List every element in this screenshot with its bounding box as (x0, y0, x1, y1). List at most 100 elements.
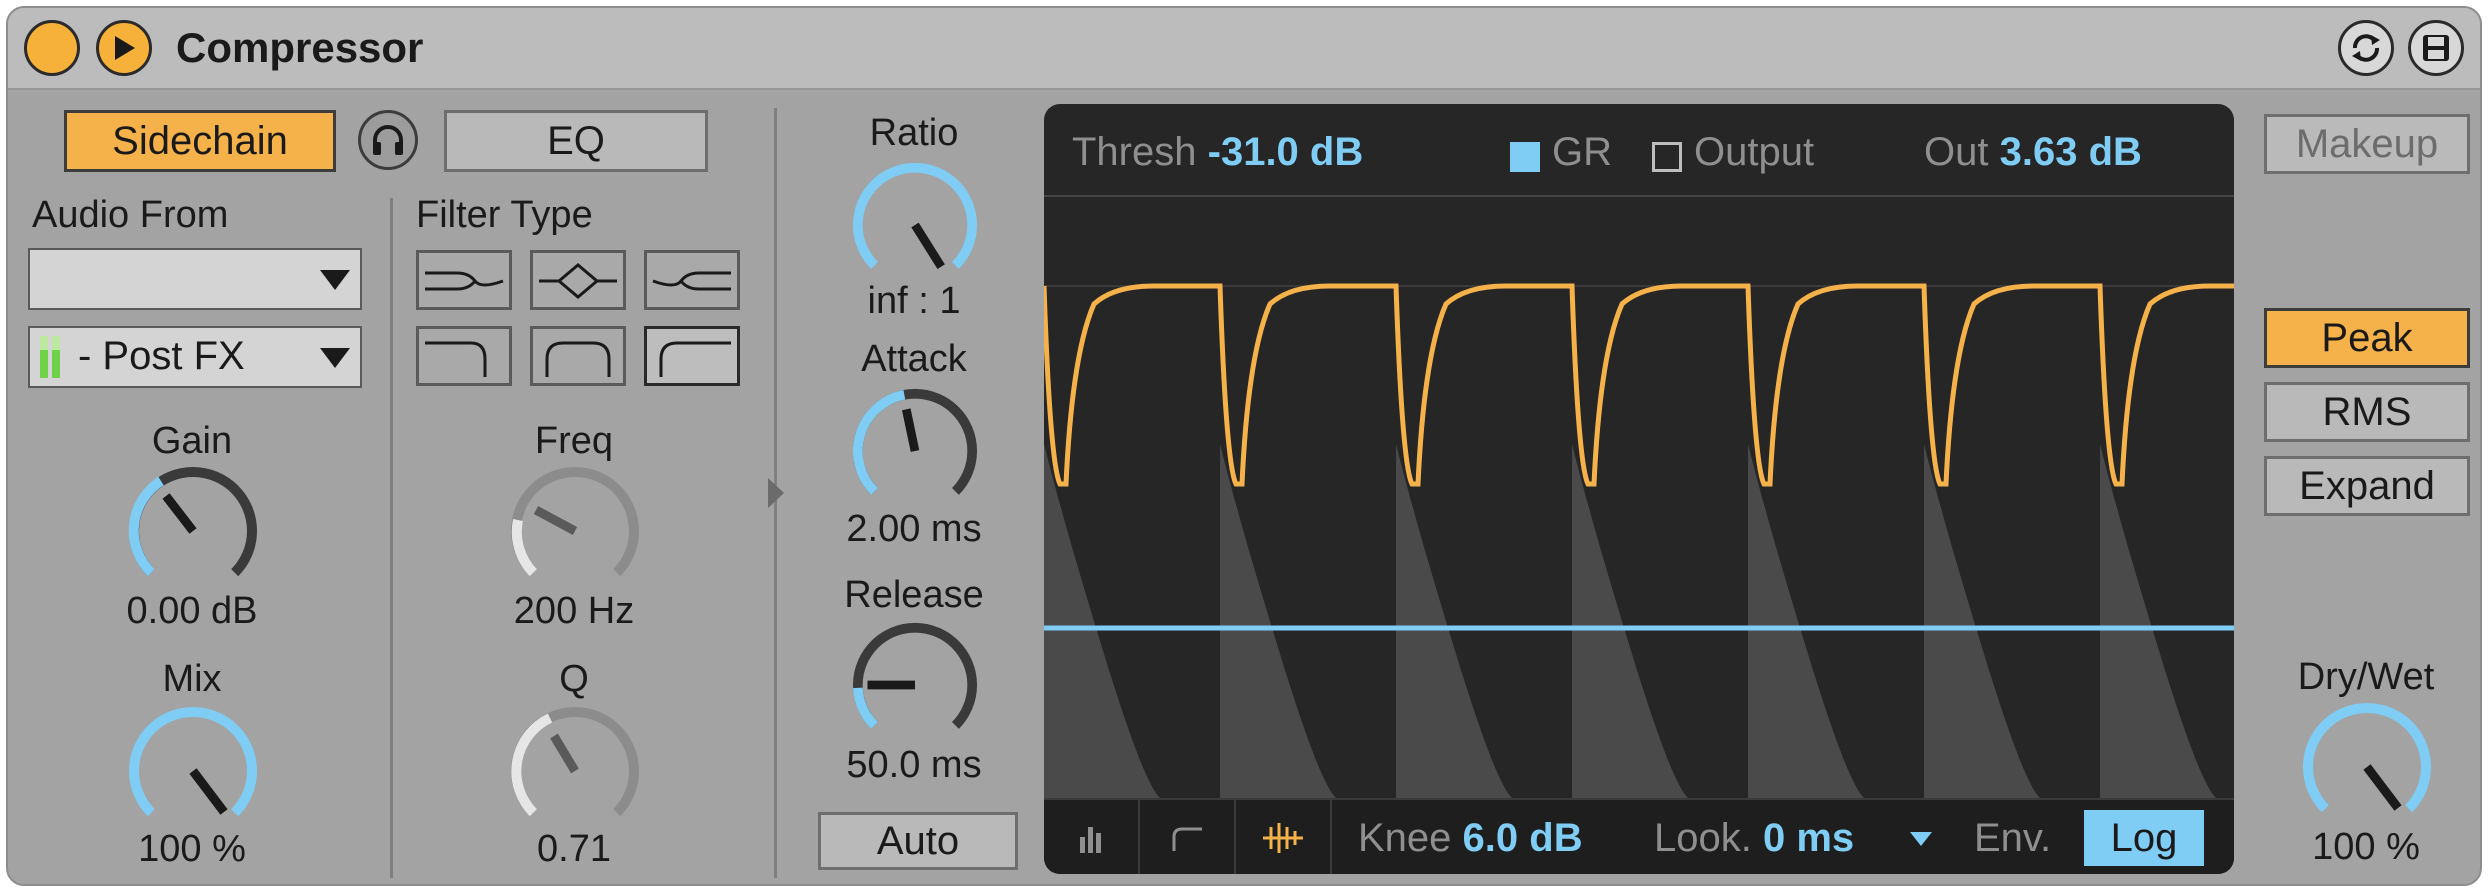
view-activity-button[interactable] (1236, 800, 1332, 874)
audio-from-tap-select[interactable]: - Post FX (28, 326, 362, 388)
dry-wet-value: 100 % (2312, 826, 2420, 868)
envelope-label: Env. (1974, 816, 2052, 860)
section-divider (390, 198, 393, 878)
gr-toggle[interactable] (1510, 142, 1540, 172)
device-power-button[interactable] (24, 20, 80, 76)
waveform-plot[interactable] (1044, 194, 2234, 798)
lookahead-label: Look. (1654, 816, 1752, 860)
knee-label: Knee (1358, 816, 1452, 860)
gain-value: 0.00 dB (126, 590, 258, 632)
output-gain-readout[interactable]: Out 3.63 dB (1924, 130, 2142, 175)
ratio-value: inf : 1 (867, 280, 961, 322)
auto-release-button[interactable]: Auto (818, 812, 1018, 870)
activity-icon (1263, 823, 1303, 853)
q-value: 0.71 (537, 828, 611, 870)
release-knob[interactable] (852, 622, 978, 748)
filter-type-lowpass[interactable] (416, 250, 512, 310)
input-envelope (2100, 444, 2216, 798)
transfer-curve-icon (1172, 827, 1202, 851)
output-toggle[interactable] (1652, 142, 1682, 172)
dry-wet-label: Dry/Wet (2297, 656, 2435, 698)
audio-from-source-select[interactable] (28, 248, 362, 310)
lowpass-filter-icon (425, 271, 504, 291)
gr-label: GR (1552, 130, 1612, 174)
release-value: 50.0 ms (846, 744, 982, 786)
q-label: Q (559, 658, 589, 700)
input-envelope (1044, 444, 1160, 798)
attack-label: Attack (861, 338, 967, 380)
bandpass-filter-icon (539, 263, 617, 299)
view-collision-button[interactable] (1044, 800, 1140, 874)
sidechain-eq-button[interactable]: EQ (444, 110, 708, 172)
gain-knob[interactable] (128, 466, 258, 596)
bar-graph-icon (1080, 827, 1101, 853)
dry-wet-knob[interactable] (2302, 702, 2432, 832)
makeup-button[interactable]: Makeup (2264, 114, 2470, 174)
highshelf-filter-icon (659, 341, 731, 377)
audio-from-label: Audio From (32, 194, 229, 236)
attack-knob[interactable] (852, 388, 978, 514)
envelope-log-button[interactable]: Log (2084, 810, 2204, 866)
q-knob[interactable] (510, 706, 640, 836)
view-transfer-button[interactable] (1140, 800, 1236, 874)
input-envelope (1748, 444, 1864, 798)
filter-type-peak[interactable] (530, 326, 626, 386)
ratio-label: Ratio (869, 112, 959, 154)
filter-type-highshelf[interactable] (644, 326, 740, 386)
threshold-readout[interactable]: Thresh -31.0 dB (1072, 130, 1363, 175)
filter-type-label: Filter Type (416, 194, 593, 236)
mix-knob[interactable] (128, 706, 258, 836)
out-value: 3.63 dB (1999, 130, 2142, 174)
gain-label: Gain (151, 420, 233, 462)
input-envelope (1396, 444, 1512, 798)
freq-knob[interactable] (510, 466, 640, 596)
knee-readout[interactable]: Knee 6.0 dB (1358, 816, 1583, 861)
display-footer: Knee 6.0 dB Look. 0 ms Env. Log (1044, 798, 2234, 874)
ratio-knob[interactable] (852, 162, 978, 288)
freq-label: Freq (534, 420, 614, 462)
mix-value: 100 % (138, 828, 246, 870)
highpass-filter-icon (652, 271, 731, 291)
audio-from-tap-value: - Post FX (78, 334, 245, 378)
output-label: Output (1694, 130, 1815, 174)
play-icon (115, 36, 135, 60)
lookahead-value: 0 ms (1762, 816, 1855, 860)
input-envelope (1924, 444, 2040, 798)
filter-type-highpass[interactable] (644, 250, 740, 310)
mix-label: Mix (162, 658, 222, 700)
lowshelf-filter-icon (425, 341, 487, 377)
chevron-down-icon (320, 270, 350, 290)
save-icon (2423, 35, 2449, 61)
peak-button[interactable]: Peak (2264, 308, 2470, 368)
expand-button[interactable]: Expand (2264, 456, 2470, 516)
input-envelopes (1044, 444, 2216, 798)
chevron-down-icon (320, 348, 350, 368)
freq-value: 200 Hz (513, 590, 635, 632)
input-envelope (1572, 444, 1688, 798)
knee-value: 6.0 dB (1462, 816, 1583, 860)
sidechain-button[interactable]: Sidechain (64, 110, 336, 172)
device-title: Compressor (176, 24, 424, 71)
release-label: Release (844, 574, 984, 616)
peak-filter-icon (545, 341, 611, 377)
out-label: Out (1924, 130, 1989, 174)
sidechain-collapse-arrow-icon[interactable] (766, 476, 786, 510)
sidechain-listen-button[interactable] (358, 110, 418, 170)
rms-button[interactable]: RMS (2264, 382, 2470, 442)
device-play-button[interactable] (96, 20, 152, 76)
save-preset-button[interactable] (2408, 20, 2464, 76)
threshold-label: Thresh (1072, 130, 1197, 174)
threshold-value: -31.0 dB (1207, 130, 1364, 174)
filter-type-lowshelf[interactable] (416, 326, 512, 386)
lookahead-select[interactable]: Look. 0 ms (1654, 816, 1854, 861)
hot-swap-button[interactable] (2338, 20, 2394, 76)
compression-display: Thresh -31.0 dB GR Output Out 3.63 dB Kn… (1044, 104, 2234, 874)
headphones-icon (373, 125, 403, 155)
compressor-device: Compressor Sidechain EQ Audio From - Pos… (6, 6, 2482, 886)
meter-icon (40, 336, 60, 378)
chevron-down-icon (1910, 832, 1932, 846)
input-envelope (1220, 444, 1336, 798)
attack-value: 2.00 ms (846, 508, 982, 550)
title-bar: Compressor (8, 8, 2480, 90)
filter-type-bandpass[interactable] (530, 250, 626, 310)
